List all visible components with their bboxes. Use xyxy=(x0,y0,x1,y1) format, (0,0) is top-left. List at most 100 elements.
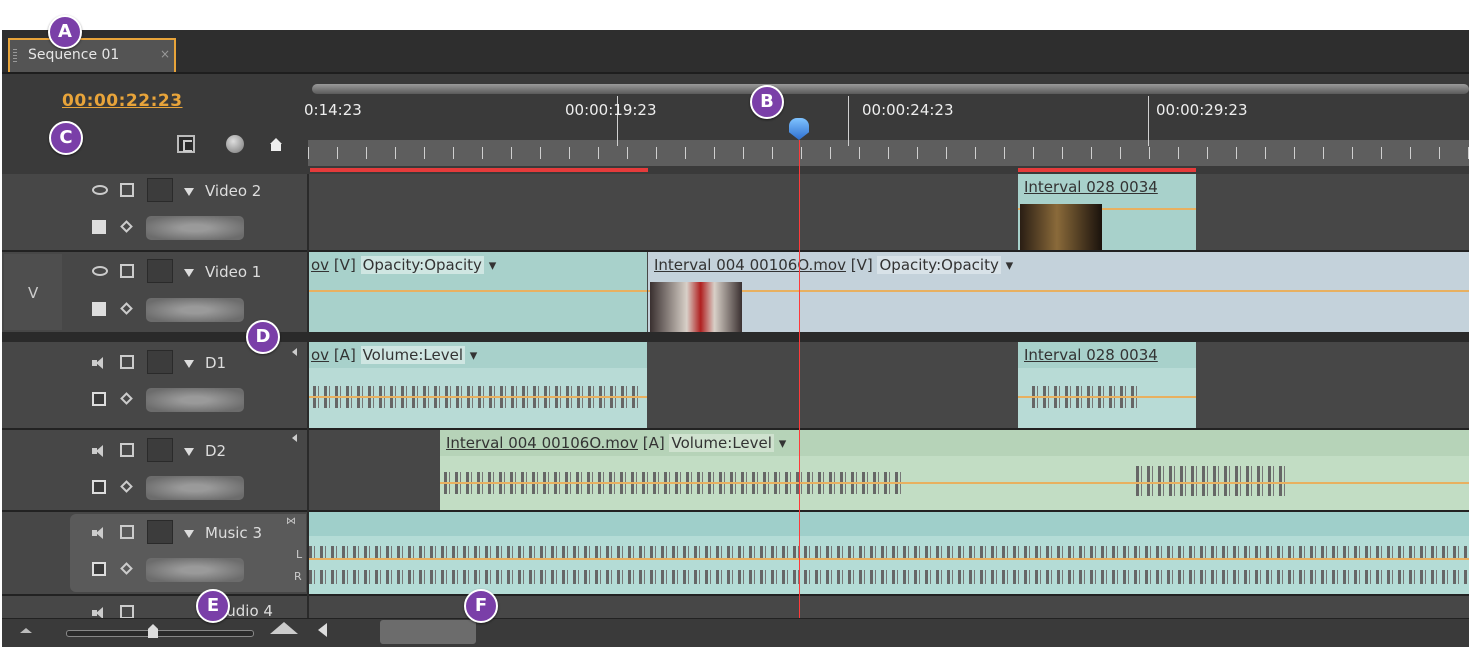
keyframe-navigator[interactable] xyxy=(146,388,244,412)
lock-icon[interactable] xyxy=(120,525,134,539)
expand-triangle-icon[interactable] xyxy=(184,448,194,456)
callout-c: C xyxy=(49,121,83,155)
zoom-out-icon[interactable] xyxy=(20,628,32,633)
clip-music-3[interactable] xyxy=(309,512,1469,594)
channel-right: R xyxy=(294,570,302,583)
keyframe-navigator[interactable] xyxy=(146,298,244,322)
ruler-major-tick xyxy=(848,96,849,146)
waveform-icon[interactable] xyxy=(92,480,106,494)
clip-v1-prev[interactable]: ov [V] Opacity:Opacity ▾ xyxy=(309,252,647,332)
marker-icon[interactable] xyxy=(226,135,244,153)
tab-bar xyxy=(2,30,1469,74)
track-name-clip: Audio 4 xyxy=(226,604,300,618)
callout-a: A xyxy=(48,15,82,49)
waveform-area xyxy=(309,536,1469,594)
ruler-label: 00:00:24:23 xyxy=(862,101,954,119)
sync-lock-box[interactable] xyxy=(147,520,173,544)
waveform-icon[interactable] xyxy=(92,392,106,406)
home-icon[interactable] xyxy=(270,138,282,151)
audio-waveform-right xyxy=(309,570,1469,584)
clip-title: Interval 004 00106O.mov [V] Opacity:Opac… xyxy=(654,256,1014,274)
clip-title: ov [A] Volume:Level ▾ xyxy=(311,346,478,364)
tab-label: Sequence 01 xyxy=(28,47,120,63)
scroll-left-icon[interactable] xyxy=(318,623,327,637)
tab-sequence-01[interactable]: Sequence 01 × xyxy=(8,38,176,72)
ruler-label: 00:00:29:23 xyxy=(1156,101,1248,119)
volume-line[interactable] xyxy=(309,396,647,398)
track-name: D1 xyxy=(205,354,227,372)
playhead-line xyxy=(799,140,800,618)
expand-triangle-icon[interactable] xyxy=(184,360,194,368)
ruler-label: 00:00:19:23 xyxy=(565,101,657,119)
lock-icon[interactable] xyxy=(120,605,134,619)
viewing-area-bar[interactable] xyxy=(312,84,1469,94)
eye-icon[interactable] xyxy=(92,266,108,276)
speaker-icon[interactable] xyxy=(92,444,108,458)
callout-f: F xyxy=(464,589,498,623)
volume-line[interactable] xyxy=(440,482,1469,484)
clip-title: ov [V] Opacity:Opacity ▾ xyxy=(311,256,497,274)
sync-lock-box[interactable] xyxy=(147,259,173,283)
ruler-label: 0:14:23 xyxy=(304,101,362,119)
track-name: Audio 4 xyxy=(226,604,273,618)
callout-b: B xyxy=(750,85,784,119)
sync-lock-box[interactable] xyxy=(147,178,173,202)
expand-triangle-icon[interactable] xyxy=(184,269,194,277)
opacity-line[interactable] xyxy=(309,290,647,292)
expand-triangle-icon[interactable] xyxy=(184,530,194,538)
lock-icon[interactable] xyxy=(120,183,134,197)
collapse-arrow-icon[interactable] xyxy=(292,434,297,442)
keyframe-navigator[interactable] xyxy=(146,476,244,500)
zoom-slider[interactable] xyxy=(66,630,254,637)
display-style-icon[interactable] xyxy=(92,220,106,234)
clip-d2-interval-004[interactable]: Interval 004 00106O.mov [A] Volume:Level… xyxy=(440,430,1469,510)
track-name: D2 xyxy=(205,442,227,460)
target-label: V xyxy=(28,284,39,302)
track-name: Music 3 xyxy=(205,524,262,542)
video-audio-divider[interactable] xyxy=(2,332,1469,342)
sync-lock-box[interactable] xyxy=(147,350,173,374)
eye-icon[interactable] xyxy=(92,185,108,195)
volume-line[interactable] xyxy=(309,558,1469,560)
lock-icon[interactable] xyxy=(120,264,134,278)
ruler-ticks[interactable] xyxy=(308,140,1469,166)
display-style-icon[interactable] xyxy=(92,302,106,316)
render-bar xyxy=(1018,168,1196,172)
snap-icon[interactable] xyxy=(177,135,195,153)
lock-icon[interactable] xyxy=(120,443,134,457)
clip-d1-interval-028[interactable]: Interval 028 0034 xyxy=(1018,342,1196,428)
current-timecode[interactable]: 00:00:22:23 xyxy=(62,91,183,111)
clip-thumbnail xyxy=(650,282,742,332)
render-bar xyxy=(310,168,648,172)
zoom-in-icon[interactable] xyxy=(270,622,298,634)
expand-triangle-icon[interactable] xyxy=(184,188,194,196)
callout-d: D xyxy=(246,320,280,354)
keyframe-navigator[interactable] xyxy=(146,558,244,582)
clip-v2-interval-028[interactable]: Interval 028 0034 xyxy=(1018,174,1196,250)
track-name: Video 2 xyxy=(205,182,262,200)
callout-e: E xyxy=(196,589,230,623)
sync-lock-box[interactable] xyxy=(147,438,173,462)
clip-title: Interval 028 0034 xyxy=(1024,178,1158,196)
lock-icon[interactable] xyxy=(120,355,134,369)
clip-title: Interval 028 0034 xyxy=(1024,346,1158,364)
channel-left: L xyxy=(296,548,303,561)
clip-thumbnail xyxy=(1020,204,1102,250)
speaker-icon[interactable] xyxy=(92,526,108,540)
clip-v1-interval-004[interactable]: Interval 004 00106O.mov [V] Opacity:Opac… xyxy=(648,252,1469,332)
horizontal-scrollbar-thumb[interactable] xyxy=(380,620,476,644)
stereo-icon: ⋈ xyxy=(286,516,296,527)
collapse-arrow-icon[interactable] xyxy=(292,348,297,356)
audio-waveform xyxy=(1136,466,1286,496)
keyframe-navigator[interactable] xyxy=(146,216,244,240)
speaker-icon[interactable] xyxy=(92,356,108,370)
ruler-major-tick xyxy=(1148,96,1149,146)
opacity-line[interactable] xyxy=(648,290,1469,292)
track-name: Video 1 xyxy=(205,263,262,281)
waveform-icon[interactable] xyxy=(92,562,106,576)
volume-line[interactable] xyxy=(1018,396,1196,398)
tab-grip-icon[interactable] xyxy=(13,49,17,63)
clip-title: Interval 004 00106O.mov [A] Volume:Level… xyxy=(446,434,787,452)
clip-d1-prev[interactable]: ov [A] Volume:Level ▾ xyxy=(309,342,647,428)
tab-close-icon[interactable]: × xyxy=(160,47,170,61)
